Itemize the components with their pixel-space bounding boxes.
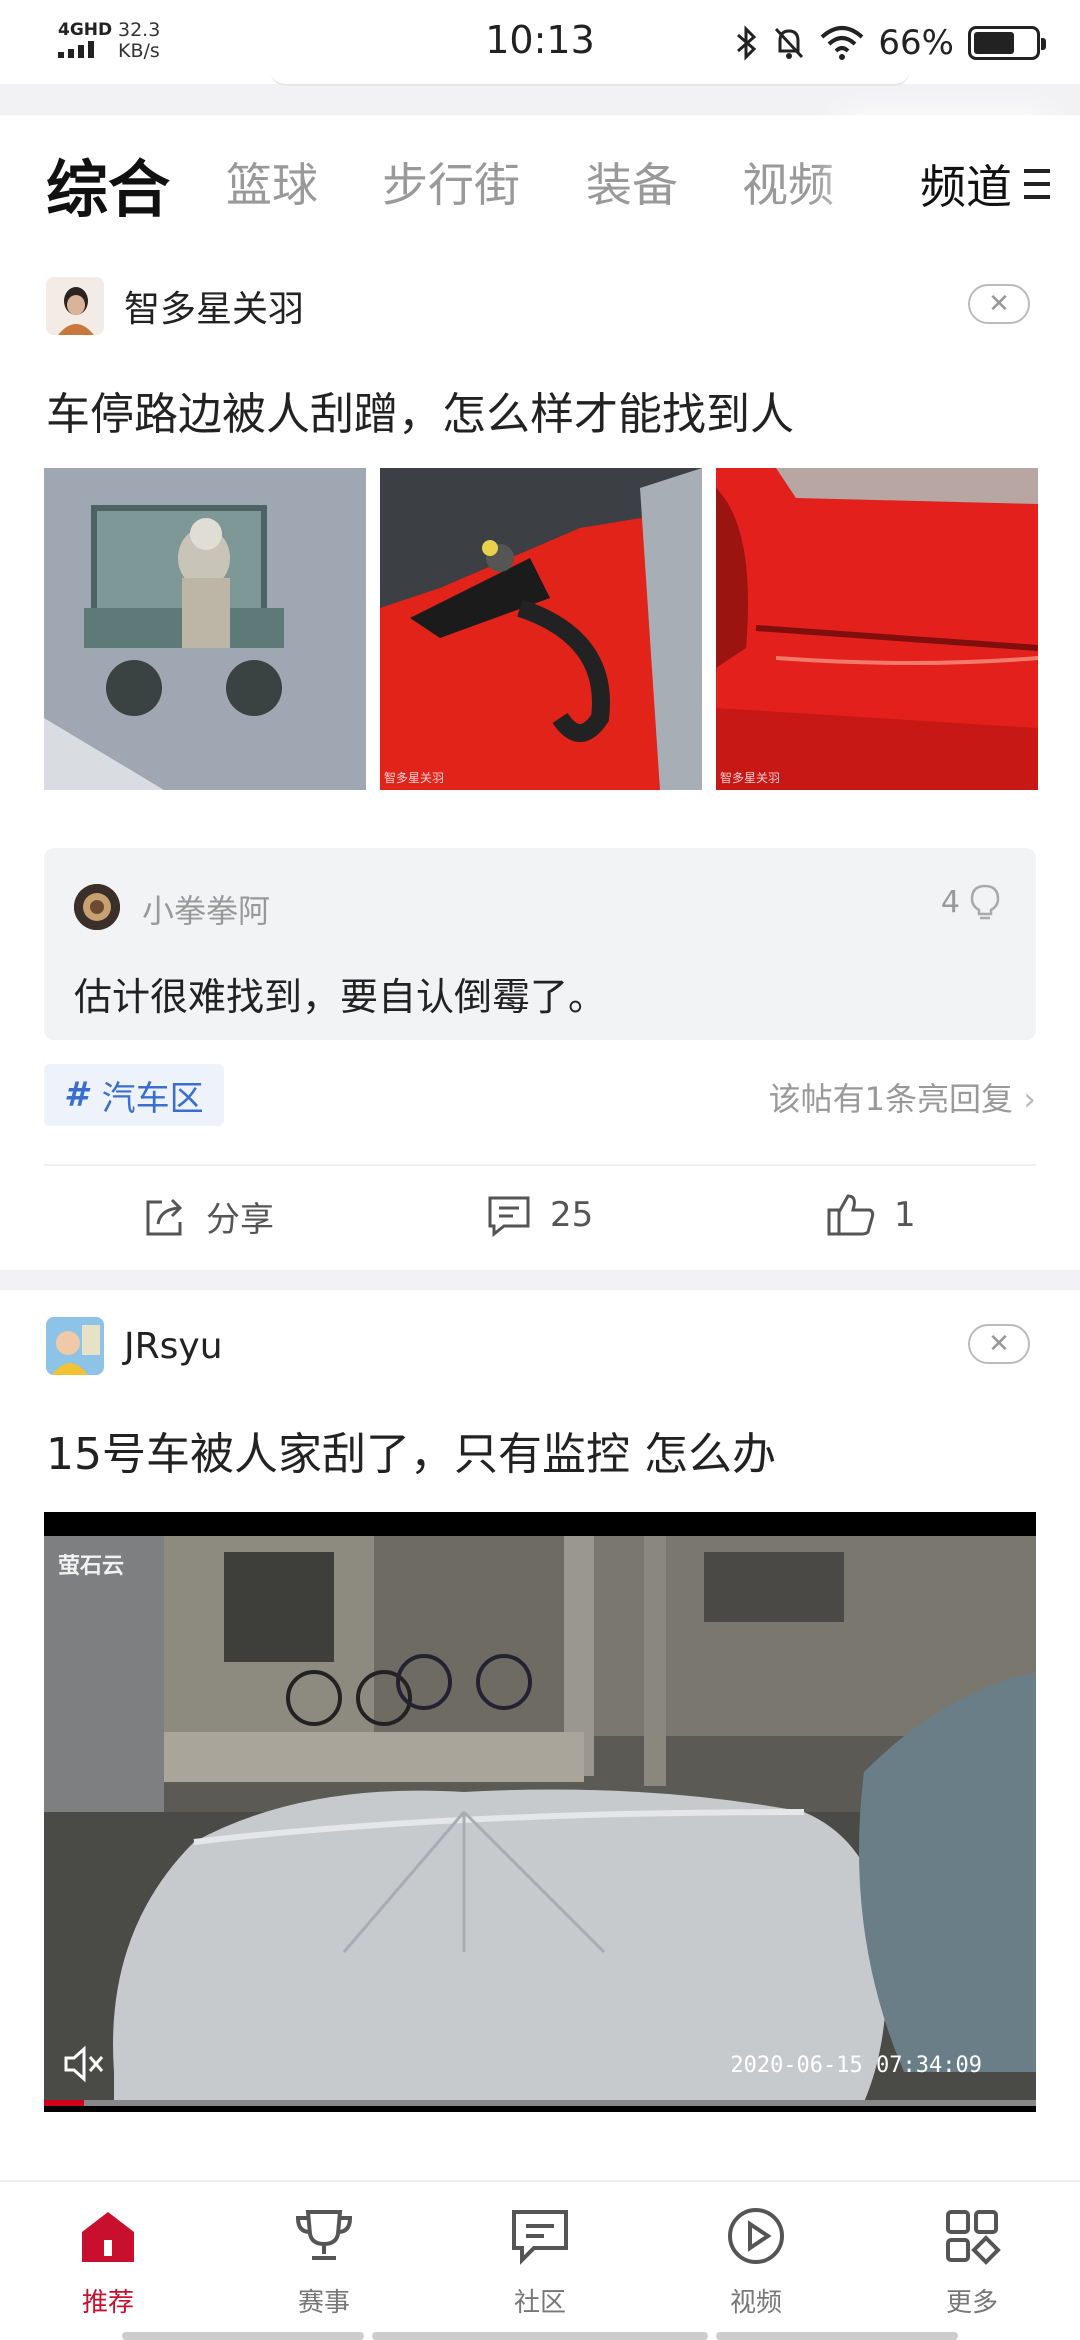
video-progress-bar [44,2100,84,2106]
video-timestamp: 2020-06-15 07:34:09 [730,2053,982,2078]
video-player[interactable]: 萤石云 2020-06-15 07:34:09 [44,1512,1036,2112]
bluetooth-icon [737,25,757,61]
play-icon [728,2208,784,2264]
hashtag-icon: # [64,1075,88,1115]
dismiss-button[interactable]: ✕ [968,284,1030,324]
tab-general[interactable]: 综合 [46,139,170,229]
nav-more[interactable]: 更多 [902,2204,1042,2319]
post-card[interactable]: 智多星关羽 ✕ 车停路边被人刮蹭，怎么样才能找到人 智多星关羽 智多星关羽 小拳… [0,250,1080,1270]
bottom-navigation: 推荐 赛事 社区 视频 更多 [0,2180,1080,2340]
close-icon: ✕ [988,289,1010,319]
post-card[interactable]: JRsyu ✕ 15号车被人家刮了，只有监控 怎么办 萤石云 2020-06-1… [0,1290,1080,2180]
dismiss-button[interactable]: ✕ [968,1324,1030,1364]
tab-video[interactable]: 视频 [742,149,834,215]
lightbulb-icon [970,884,1000,920]
battery-percent: 66% [878,23,954,63]
tab-gear[interactable]: 装备 [586,149,678,215]
home-indicator [372,2332,708,2340]
tab-basketball[interactable]: 篮球 [226,149,318,215]
post-author[interactable]: 智多星关羽 [46,276,304,336]
nav-video[interactable]: 视频 [686,2204,826,2319]
hot-reply-link[interactable]: 该帖有1条亮回复 › [769,1074,1036,1120]
nav-matches[interactable]: 赛事 [254,2204,394,2319]
comment-button[interactable]: 25 [486,1192,593,1238]
post-actions: 分享 25 1 [0,1162,1080,1258]
wifi-icon [821,26,864,60]
post-author[interactable]: JRsyu [46,1316,223,1376]
comment-user[interactable]: 小拳拳阿 [142,886,270,932]
home-icon [82,2212,134,2262]
close-icon: ✕ [988,1329,1010,1359]
home-indicator [122,2332,364,2340]
category-tabs: 综合 篮球 步行街 装备 视频 频道 [0,114,1080,251]
status-icons: 66% [734,18,1046,68]
post-image[interactable]: 智多星关羽 [380,468,702,790]
battery-icon [968,26,1046,60]
thumbs-up-icon [827,1194,875,1236]
comment-icon [488,1196,530,1238]
tag-label: 汽车区 [101,1078,204,1119]
status-bar: 4GHD 32.3 KB/s 10:13 66% [0,0,1080,86]
author-name[interactable]: 智多星关羽 [124,280,304,332]
comment-text: 估计很难找到，要自认倒霉了。 [74,975,607,1019]
nav-recommend[interactable]: 推荐 [38,2204,178,2319]
channel-button[interactable]: 频道 [920,151,1050,217]
tab-pedestrian-street[interactable]: 步行街 [382,149,520,215]
nav-community[interactable]: 社区 [470,2204,610,2319]
share-icon [146,1198,183,1235]
chevron-right-icon: › [1023,1080,1036,1118]
comment-likes[interactable]: 4 [941,884,1000,920]
video-watermark: 萤石云 [58,1554,125,1579]
author-name[interactable]: JRsyu [124,1326,223,1367]
post-images: 智多星关羽 智多星关羽 [44,468,1038,790]
image-watermark: 智多星关羽 [384,771,445,785]
forum-tag[interactable]: # 汽车区 [44,1064,224,1126]
mute-icon[interactable] [62,2044,106,2088]
video-progress-track[interactable] [44,2100,1036,2106]
search-bar-peek [270,70,910,86]
trophy-icon [295,2210,353,2260]
chat-icon [512,2210,568,2265]
post-image[interactable] [44,468,366,790]
like-button[interactable]: 1 [826,1192,916,1238]
mute-bell-icon [775,27,804,59]
channel-label: 频道 [920,160,1012,214]
home-indicator [716,2332,958,2340]
post-image[interactable]: 智多星关羽 [716,468,1038,790]
top-comment[interactable]: 小拳拳阿 4 估计很难找到，要自认倒霉了。 [44,848,1036,1040]
avatar[interactable] [46,1317,104,1375]
post-title[interactable]: 车停路边被人刮蹭，怎么样才能找到人 [46,378,794,442]
image-watermark: 智多星关羽 [720,771,781,785]
menu-icon [1024,169,1050,199]
avatar[interactable] [46,277,104,335]
avatar[interactable] [74,884,120,930]
post-title[interactable]: 15号车被人家刮了，只有监控 怎么办 [46,1418,776,1482]
grid-icon [946,2210,1001,2265]
video-frame [44,1512,1036,2112]
share-button[interactable]: 分享 [142,1192,274,1241]
